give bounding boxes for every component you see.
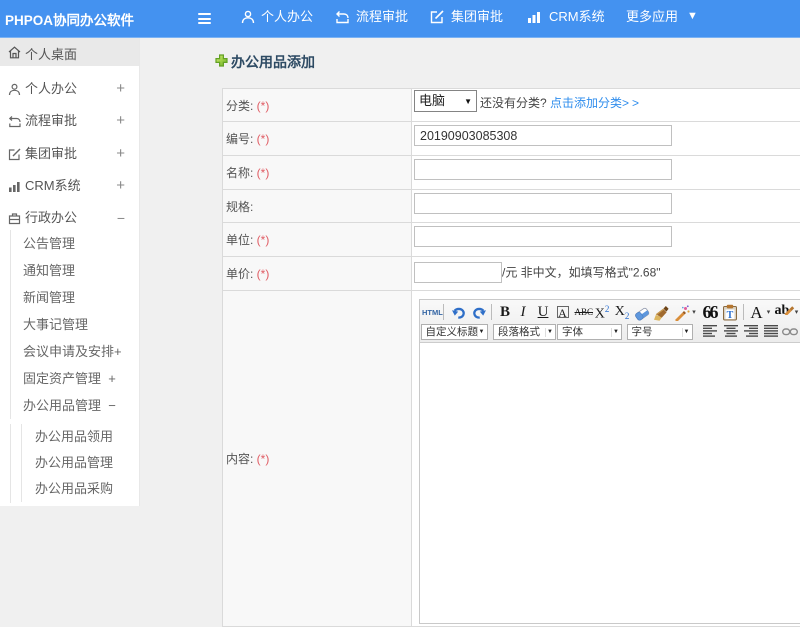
svg-text:T: T (726, 310, 733, 321)
